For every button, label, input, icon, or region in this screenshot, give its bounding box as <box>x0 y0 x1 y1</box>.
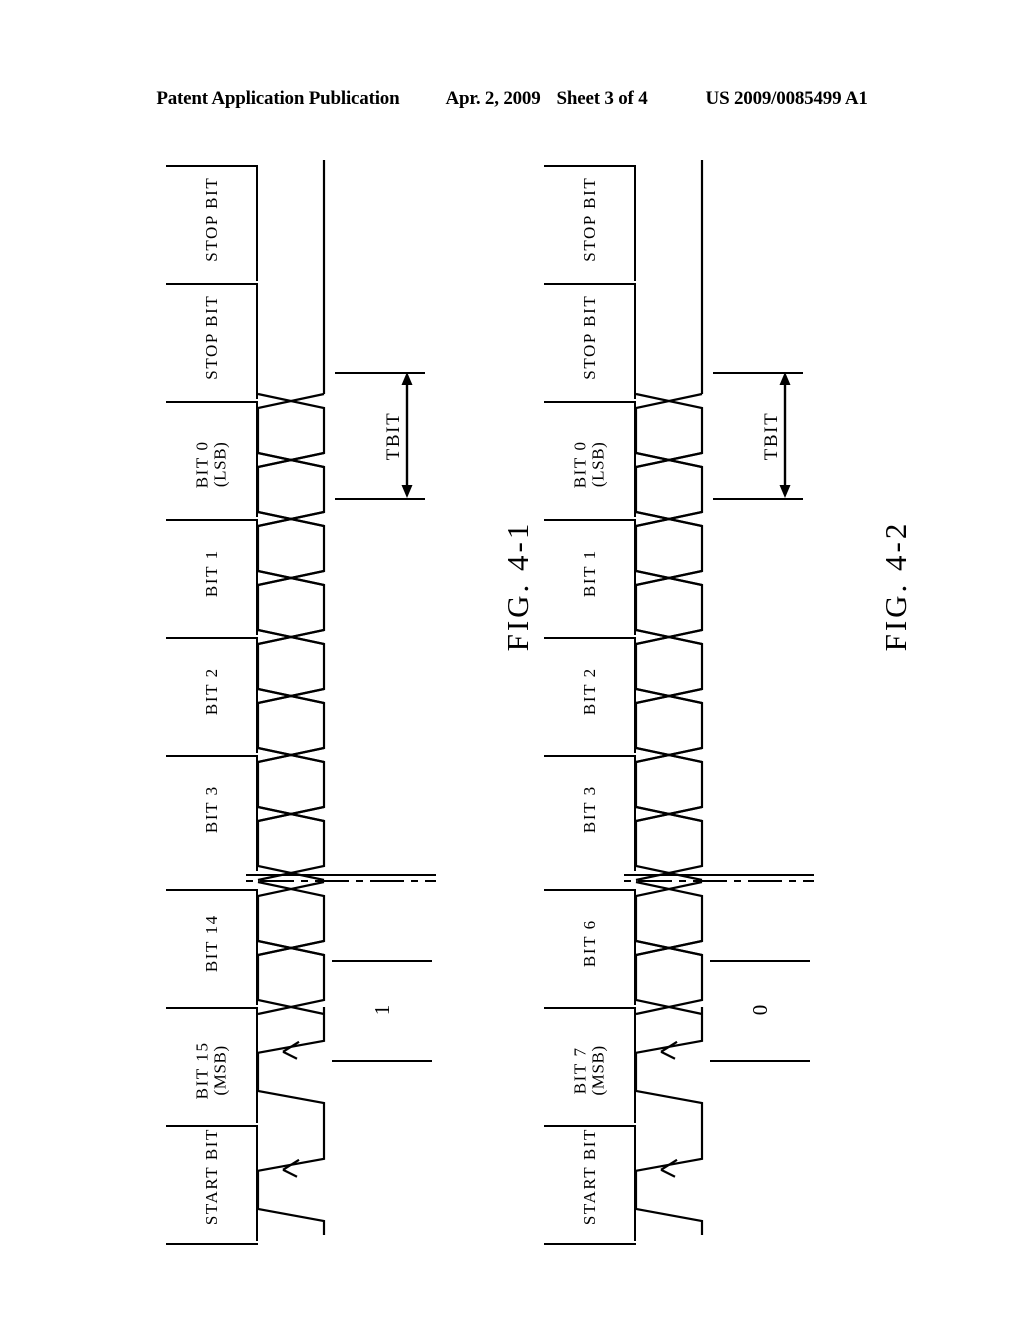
bit-label-bit-1: BIT 1 <box>579 527 599 619</box>
bit-cell-divider <box>166 283 258 285</box>
logic-rail-bottom <box>710 1060 810 1062</box>
bit-label-text: BIT 15 <box>192 1041 212 1100</box>
bit-pulse-edge <box>256 1125 326 1243</box>
bit-label-bit-7: BIT 7 (MSB) <box>570 1024 609 1116</box>
bit-label-bit-1: BIT 1 <box>201 527 221 619</box>
bit-label-text: START BIT <box>579 1127 599 1226</box>
logic-value-label: 1 <box>370 1004 394 1016</box>
logic-rail-top <box>710 960 810 962</box>
figure-4-2: STOP BIT STOP BIT BIT 0 (LSB) BIT 1 BIT 2 BIT … <box>528 0 948 1320</box>
bit-label-sublabel: (MSB) <box>211 1045 230 1096</box>
logic-rail-top <box>332 960 432 962</box>
bit-label-text: STOP BIT <box>201 294 221 380</box>
serial-data-waveform <box>528 160 814 1269</box>
bit-label-stop-bit: STOP BIT <box>201 173 221 265</box>
bit-cell-divider <box>544 637 636 639</box>
bit-cell-divider <box>166 637 258 639</box>
logic-value-label: 0 <box>748 1004 772 1016</box>
bit-label-column: STOP BIT STOP BIT BIT 0 (LSB) BIT 1 BIT 2 BIT … <box>166 165 258 1245</box>
bit-label-text: STOP BIT <box>201 176 221 262</box>
bit-cell-divider <box>166 889 258 891</box>
bit-label-text: BIT 0 <box>570 440 590 489</box>
logic-value-annotation: 1 <box>332 960 442 1070</box>
tbit-label: TBIT <box>761 411 782 461</box>
bit-label-column: STOP BIT STOP BIT BIT 0 (LSB) BIT 1 BIT 2 BIT … <box>544 165 636 1245</box>
bit-label-text: STOP BIT <box>579 294 599 380</box>
bit-label-text: BIT 2 <box>579 667 599 716</box>
bit-cell-divider <box>166 519 258 521</box>
bit-label-stop-bit: STOP BIT <box>579 291 599 383</box>
bit-cell-divider <box>544 1007 636 1009</box>
bit-label-bit-14: BIT 14 <box>201 897 221 989</box>
bit-label-sublabel: (MSB) <box>589 1045 608 1096</box>
bit-cell-divider <box>166 401 258 403</box>
transition-arrow-icon <box>660 1040 678 1060</box>
waveform-svg <box>150 160 436 1269</box>
bit-cell-divider <box>544 755 636 757</box>
bit-label-text: BIT 3 <box>579 785 599 834</box>
tbit-label: TBIT <box>383 411 404 461</box>
bit-label-text: BIT 7 <box>570 1046 590 1095</box>
bit-label-text: BIT 1 <box>579 549 599 598</box>
transition-arrow-icon <box>282 1040 300 1060</box>
bit-label-sublabel: (LSB) <box>589 441 608 488</box>
bit-cell-divider <box>544 889 636 891</box>
figure-4-1: STOP BIT STOP BIT BIT 0 (LSB) BIT 1 BIT 2 BIT … <box>150 0 570 1320</box>
bit-cell-divider <box>166 165 258 167</box>
bit-label-text: BIT 3 <box>201 785 221 834</box>
bit-label-start-bit: START BIT <box>580 1128 599 1225</box>
bit-cell-divider <box>544 519 636 521</box>
bit-label-stop-bit: STOP BIT <box>579 173 599 265</box>
logic-value-annotation: 0 <box>710 960 820 1070</box>
bit-label-bit-15: BIT 15 (MSB) <box>192 1024 231 1116</box>
bit-cell-divider <box>166 755 258 757</box>
bit-label-text: BIT 14 <box>201 914 221 973</box>
bit-cell-divider <box>166 1243 258 1245</box>
bit-label-text: BIT 0 <box>192 440 212 489</box>
tbit-dimension-annotation: TBIT <box>713 372 813 512</box>
bit-label-bit-0: BIT 0 (LSB) <box>192 418 231 510</box>
waveform-svg <box>528 160 814 1269</box>
bit-label-text: BIT 1 <box>201 549 221 598</box>
tbit-dimension-annotation: TBIT <box>335 372 435 512</box>
bit-cell-divider <box>544 283 636 285</box>
bit-label-bit-3: BIT 3 <box>579 763 599 855</box>
bit-label-bit-0: BIT 0 (LSB) <box>570 418 609 510</box>
serial-data-waveform <box>150 160 436 1269</box>
bit-cell-divider <box>544 165 636 167</box>
bit-label-start-bit: START BIT <box>202 1128 221 1225</box>
bit-label-bit-2: BIT 2 <box>579 645 599 737</box>
bit-cell-divider <box>166 1125 258 1127</box>
bit-cell-divider <box>544 1125 636 1127</box>
bit-pulse-edge <box>634 1007 704 1125</box>
bit-label-sublabel: (LSB) <box>211 441 230 488</box>
bit-cell-divider <box>166 1007 258 1009</box>
bit-cell-divider <box>544 401 636 403</box>
bit-pulse-edge <box>256 1007 326 1125</box>
bit-label-bit-2: BIT 2 <box>201 645 221 737</box>
bit-label-text: BIT 6 <box>579 919 599 968</box>
bit-label-bit-6: BIT 6 <box>579 897 599 989</box>
bit-pulse-edge <box>634 1125 704 1243</box>
logic-rail-bottom <box>332 1060 432 1062</box>
bit-cell-divider <box>544 1243 636 1245</box>
bit-label-text: BIT 2 <box>201 667 221 716</box>
transition-arrow-icon <box>660 1158 678 1178</box>
bit-label-bit-3: BIT 3 <box>201 763 221 855</box>
bit-label-text: START BIT <box>201 1127 221 1226</box>
bit-label-text: STOP BIT <box>579 176 599 262</box>
transition-arrow-icon <box>282 1158 300 1178</box>
bit-label-stop-bit: STOP BIT <box>201 291 221 383</box>
figure-caption: FIG. 4-2 <box>878 520 913 652</box>
